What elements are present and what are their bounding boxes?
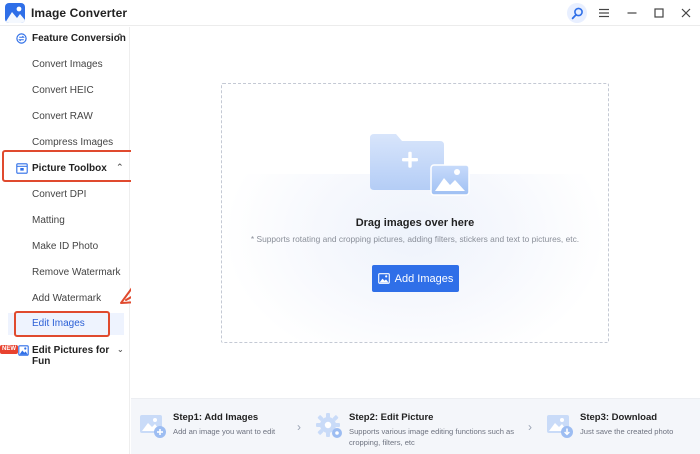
drop-zone-subtitle: * Supports rotating and cropping picture… xyxy=(250,234,580,244)
step-3: Step3: Download Just save the created ph… xyxy=(546,399,696,454)
close-button[interactable] xyxy=(676,3,696,23)
add-images-button-label: Add Images xyxy=(394,272,454,285)
steps-bar: Step1: Add Images Add an image you want … xyxy=(131,398,700,454)
sidebar-item-make-id-photo[interactable]: Make ID Photo xyxy=(0,236,130,258)
menu-icon xyxy=(599,8,609,18)
minimize-icon xyxy=(627,12,637,14)
chevron-up-icon: ⌃ xyxy=(116,32,124,42)
section-picture-toolbox[interactable]: Picture Toolbox ⌃ xyxy=(0,158,130,180)
menu-button[interactable] xyxy=(594,3,614,23)
chevron-down-icon: ⌄ xyxy=(117,345,124,354)
drop-zone-title: Drag images over here xyxy=(355,217,475,229)
main-area: Drag images over here * Supports rotatin… xyxy=(131,27,700,454)
search-button[interactable] xyxy=(567,3,587,23)
section-feature-conversion-label: Feature Conversion xyxy=(32,33,126,44)
sidebar-item-convert-heic[interactable]: Convert HEIC xyxy=(0,80,130,102)
drop-zone[interactable]: Drag images over here * Supports rotatin… xyxy=(221,83,609,343)
chevron-right-icon: › xyxy=(528,420,532,434)
edit-pictures-for-fun-icon xyxy=(18,345,29,356)
step-1-desc: Add an image you want to edit xyxy=(173,427,276,436)
section-picture-toolbox-label: Picture Toolbox xyxy=(32,163,107,174)
section-edit-pictures-for-fun[interactable]: Edit Pictures for Fun ⌄ xyxy=(0,340,130,367)
maximize-icon xyxy=(654,8,664,18)
sidebar: Feature Conversion ⌃ Convert Images Conv… xyxy=(0,27,135,454)
add-images-button[interactable]: Add Images xyxy=(372,265,459,292)
sidebar-item-convert-images[interactable]: Convert Images xyxy=(0,54,130,76)
download-step-icon xyxy=(547,415,573,438)
step-1: Step1: Add Images Add an image you want … xyxy=(139,399,299,454)
section-edit-pictures-for-fun-label: Edit Pictures for Fun xyxy=(32,345,110,367)
step-1-title: Step1: Add Images xyxy=(173,412,259,423)
feature-conversion-icon xyxy=(16,33,27,44)
sidebar-item-convert-dpi[interactable]: Convert DPI xyxy=(0,184,130,206)
step-2-title: Step2: Edit Picture xyxy=(349,412,434,423)
sidebar-item-compress-images[interactable]: Compress Images xyxy=(0,132,130,154)
step-2-desc: Supports various image editing functions… xyxy=(349,427,515,447)
maximize-button[interactable] xyxy=(649,3,669,23)
search-icon xyxy=(571,7,583,19)
image-icon xyxy=(377,273,390,284)
app-logo-icon xyxy=(5,3,25,23)
drop-zone-glow xyxy=(222,174,608,342)
settings-step-icon xyxy=(316,413,342,438)
close-icon xyxy=(681,8,691,18)
app-title: Image Converter xyxy=(31,6,128,20)
chevron-right-icon: › xyxy=(297,420,301,434)
step-2: Step2: Edit Picture Supports various ima… xyxy=(315,399,525,454)
sidebar-item-matting[interactable]: Matting xyxy=(0,210,130,232)
sidebar-item-edit-images[interactable]: Edit Images xyxy=(8,313,124,335)
chevron-up-icon: ⌃ xyxy=(116,162,124,172)
section-feature-conversion[interactable]: Feature Conversion ⌃ xyxy=(0,28,130,50)
step-3-title: Step3: Download xyxy=(580,412,658,423)
sidebar-item-convert-raw[interactable]: Convert RAW xyxy=(0,106,130,128)
step-3-desc: Just save the created photo xyxy=(580,427,674,436)
picture-toolbox-icon xyxy=(16,163,28,174)
title-bar: Image Converter xyxy=(0,0,700,26)
minimize-button[interactable] xyxy=(622,3,642,23)
add-image-step-icon xyxy=(140,415,166,438)
folder-image-icon xyxy=(370,134,470,196)
